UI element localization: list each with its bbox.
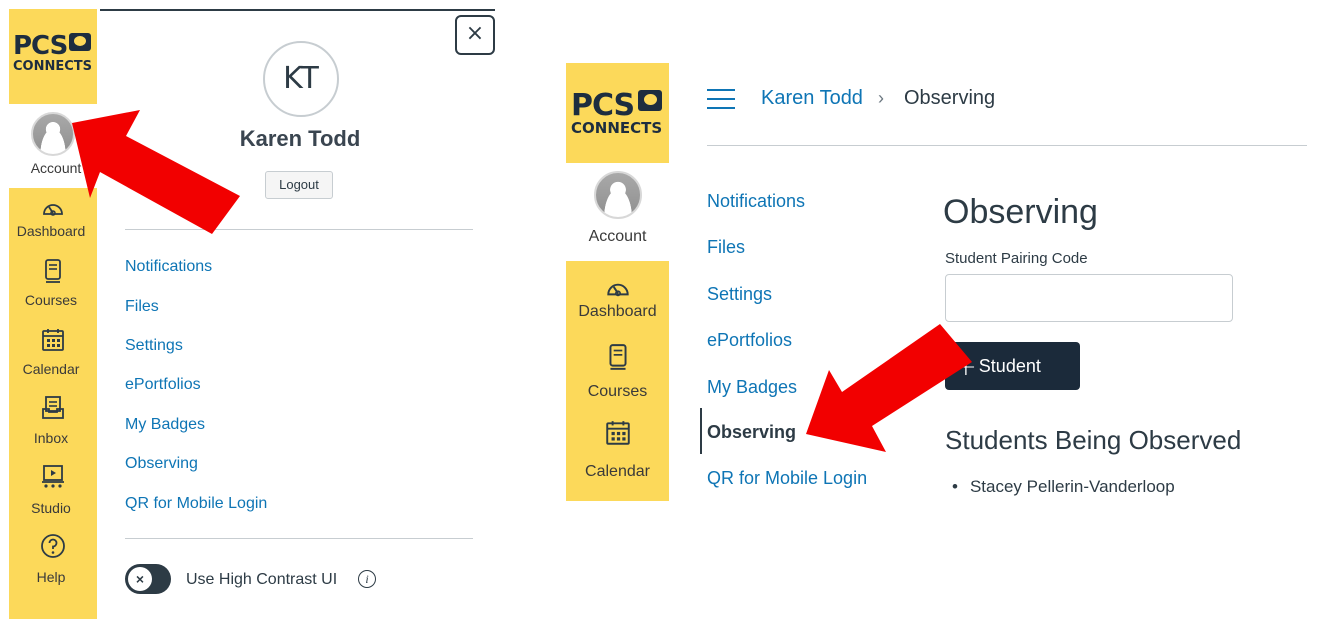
pairing-code-label: Student Pairing Code bbox=[945, 250, 1088, 267]
page-title: Observing bbox=[943, 193, 1098, 231]
pairing-code-input[interactable] bbox=[945, 274, 1233, 322]
user-initials-avatar: KT bbox=[263, 41, 339, 117]
logo-laptop-icon bbox=[638, 90, 662, 111]
breadcrumb-separator: › bbox=[878, 88, 884, 108]
students-observed-heading: Students Being Observed bbox=[945, 425, 1242, 455]
observed-student-item: Stacey Pellerin-Vanderloop bbox=[952, 477, 1175, 497]
nav-label-account: Account bbox=[588, 228, 647, 245]
account-nav-settings[interactable]: Settings bbox=[707, 284, 772, 305]
calendar-icon bbox=[604, 419, 632, 447]
right-logo-block: PCS CONNECTS bbox=[566, 63, 669, 163]
nav-label-help: Help bbox=[36, 569, 66, 585]
breadcrumb-user-link[interactable]: Karen Todd bbox=[761, 87, 863, 110]
logo-pcs-text: PCS bbox=[571, 88, 635, 123]
nav-label-courses: Courses bbox=[587, 383, 648, 400]
left-global-nav: Dashboard Courses Calendar Inbox Studio … bbox=[9, 188, 97, 619]
tray-link-qr-mobile-login[interactable]: QR for Mobile Login bbox=[125, 495, 267, 513]
right-nav-account-item[interactable]: Account bbox=[566, 163, 669, 261]
close-tray-button[interactable]: × bbox=[455, 15, 495, 55]
logout-button[interactable]: Logout bbox=[265, 171, 333, 199]
logo-laptop-icon bbox=[69, 33, 91, 51]
nav-label-calendar: Calendar bbox=[22, 361, 80, 377]
left-nav-account-item[interactable]: Account bbox=[9, 104, 97, 188]
tray-link-settings[interactable]: Settings bbox=[125, 337, 183, 355]
right-global-nav: Dashboard Courses Calendar bbox=[566, 261, 669, 501]
nav-label-studio: Studio bbox=[31, 500, 71, 516]
tray-link-my-badges[interactable]: My Badges bbox=[125, 416, 205, 434]
left-logo-block: PCS CONNECTS bbox=[9, 9, 97, 104]
breadcrumb-current: Observing bbox=[904, 87, 996, 109]
account-nav-observing[interactable]: Observing bbox=[707, 422, 796, 443]
logo-pcs-text: PCS bbox=[13, 31, 68, 61]
tray-link-notifications[interactable]: Notifications bbox=[125, 258, 212, 276]
calendar-icon bbox=[40, 327, 66, 353]
logo-connects-text: CONNECTS bbox=[13, 59, 93, 74]
nav-label-calendar: Calendar bbox=[585, 463, 650, 480]
toggle-off-x-icon: × bbox=[128, 567, 152, 591]
add-student-button[interactable]: + Student bbox=[945, 342, 1080, 390]
add-student-label: Student bbox=[978, 356, 1041, 376]
hamburger-menu-icon[interactable] bbox=[707, 89, 735, 109]
courses-book-icon bbox=[604, 343, 632, 371]
tray-divider-top bbox=[125, 229, 473, 230]
tray-user-name: Karen Todd bbox=[239, 126, 361, 151]
nav-label-account: Account bbox=[30, 160, 82, 176]
plus-icon: + bbox=[955, 352, 977, 382]
account-avatar-icon bbox=[594, 171, 642, 219]
dashboard-gauge-icon bbox=[40, 196, 66, 222]
account-nav-eportfolios[interactable]: ePortfolios bbox=[707, 330, 792, 351]
inbox-icon bbox=[40, 395, 66, 421]
account-nav-qr-mobile-login[interactable]: QR for Mobile Login bbox=[707, 468, 867, 489]
dashboard-gauge-icon bbox=[604, 275, 632, 303]
nav-label-dashboard: Dashboard bbox=[578, 303, 657, 320]
nav-label-courses: Courses bbox=[24, 292, 78, 308]
account-nav-my-badges[interactable]: My Badges bbox=[707, 377, 797, 398]
logo-connects-text: CONNECTS bbox=[571, 119, 663, 137]
nav-label-inbox: Inbox bbox=[33, 430, 69, 446]
info-icon[interactable]: i bbox=[358, 570, 376, 588]
tray-link-files[interactable]: Files bbox=[125, 298, 159, 316]
high-contrast-label: Use High Contrast UI bbox=[186, 571, 338, 588]
header-divider bbox=[707, 145, 1307, 146]
active-nav-indicator bbox=[700, 408, 702, 454]
courses-book-icon bbox=[40, 258, 66, 284]
tray-link-observing[interactable]: Observing bbox=[125, 455, 198, 473]
tray-link-eportfolios[interactable]: ePortfolios bbox=[125, 376, 201, 394]
help-icon bbox=[40, 533, 66, 559]
studio-icon bbox=[40, 464, 66, 490]
tray-top-border bbox=[100, 9, 495, 11]
account-nav-files[interactable]: Files bbox=[707, 237, 745, 258]
tray-divider-bottom bbox=[125, 538, 473, 539]
nav-label-dashboard: Dashboard bbox=[16, 223, 86, 239]
account-avatar-icon bbox=[31, 112, 75, 156]
account-nav-notifications[interactable]: Notifications bbox=[707, 191, 805, 212]
